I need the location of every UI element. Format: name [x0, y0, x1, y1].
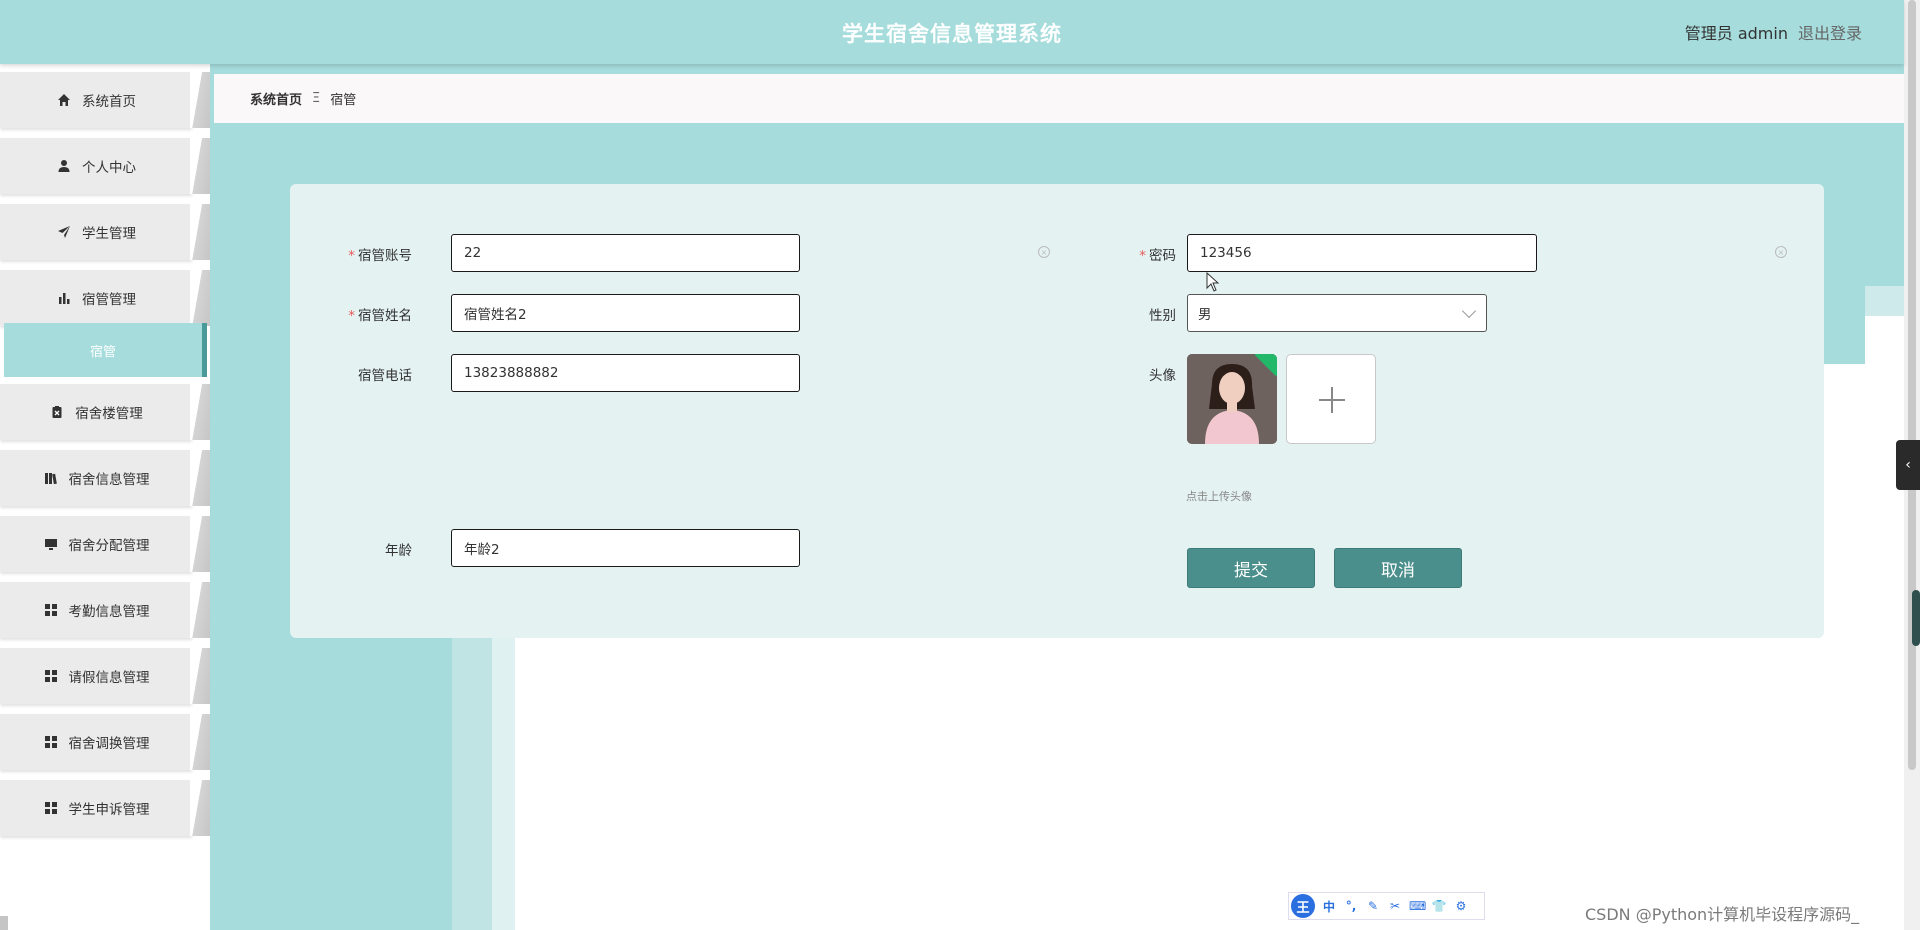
age-input[interactable]: 年龄2 [451, 529, 800, 567]
sidebar-item-label: 个人中心 [82, 160, 136, 176]
sidebar-item-dorm-managers[interactable]: 宿管管理 [0, 270, 210, 326]
sidebar-item-label: 宿舍调换管理 [68, 736, 150, 752]
sidebar-item-label: 宿舍分配管理 [68, 538, 150, 554]
submit-button[interactable]: 提交 [1187, 548, 1315, 588]
ime-logo-icon[interactable]: 王 [1291, 894, 1315, 918]
breadcrumb: 系统首页 Ξ 宿管 [214, 74, 1904, 123]
sidebar-item-label: 宿管管理 [82, 292, 136, 308]
monitor-icon [43, 536, 59, 552]
clear-icon[interactable]: × [1038, 246, 1050, 258]
avatar-image[interactable] [1187, 354, 1277, 444]
breadcrumb-home[interactable]: 系统首页 [250, 89, 302, 108]
sidebar: 系统首页 个人中心 学生管理 宿管管理 宿管 宿舍楼管理 宿舍信息管理 宿舍分配… [0, 64, 210, 930]
sidebar-item-students[interactable]: 学生管理 [0, 204, 210, 260]
sidebar-item-dorm-info[interactable]: 宿舍信息管理 [0, 450, 210, 506]
page-scrollbar-thumb[interactable] [1908, 0, 1916, 770]
grid-icon [43, 734, 59, 750]
chevron-down-icon [1461, 303, 1477, 319]
ime-punctuation-icon[interactable]: °, [1343, 899, 1359, 913]
user-icon [56, 158, 72, 174]
app-title: 学生宿舍信息管理系统 [842, 22, 1062, 46]
grid-icon [43, 668, 59, 684]
background-decoration [452, 624, 492, 930]
submenu-item-dorm-manager[interactable]: 宿管 [4, 323, 207, 377]
sidebar-item-label: 考勤信息管理 [68, 604, 150, 620]
side-drag-handle[interactable] [1912, 590, 1920, 646]
sidebar-item-leave[interactable]: 请假信息管理 [0, 648, 210, 704]
background-decoration [492, 624, 515, 930]
top-header: 学生宿舍信息管理系统 管理员 admin 退出登录 [0, 0, 1904, 64]
avatar-upload-hint: 点击上传头像 [1186, 490, 1252, 503]
mouse-cursor-icon [1206, 272, 1220, 292]
background-decoration [1810, 364, 1904, 930]
watermark-text: CSDN @Python计算机毕设程序源码_ [1585, 905, 1860, 924]
sidebar-item-buildings[interactable]: 宿舍楼管理 [0, 384, 210, 440]
ime-chinese-mode-icon[interactable]: 中 [1321, 898, 1337, 915]
chevron-left-icon: ‹ [1905, 457, 1911, 473]
sidebar-item-label: 宿舍信息管理 [68, 472, 150, 488]
ime-scissors-icon[interactable]: ✂ [1387, 899, 1403, 913]
account-input[interactable]: 22 [451, 234, 800, 272]
name-label: * 宿管姓名 [348, 308, 412, 324]
avatar-upload-button[interactable] [1286, 354, 1376, 444]
grid-icon [43, 602, 59, 618]
sidebar-scrollbar[interactable] [0, 916, 8, 930]
logout-link[interactable]: 退出登录 [1798, 20, 1862, 44]
gender-select[interactable]: 男 [1187, 294, 1487, 332]
sidebar-item-home[interactable]: 系统首页 [0, 72, 210, 128]
sidebar-item-dorm-swap[interactable]: 宿舍调换管理 [0, 714, 210, 770]
sidebar-item-label: 请假信息管理 [68, 670, 150, 686]
main-content: 系统首页 Ξ 宿管 * 宿管账号 22 × * 密码 123456 × * 宿管姓名 … [210, 64, 1904, 930]
side-panel-toggle[interactable]: ‹ [1896, 440, 1920, 490]
grid-icon [43, 800, 59, 816]
name-input[interactable]: 宿管姓名2 [451, 294, 800, 332]
ime-toolbar: 王 中 °, ✎ ✂ ⌨ 👕 ⚙ [1288, 892, 1485, 920]
edit-form-card: * 宿管账号 22 × * 密码 123456 × * 宿管姓名 宿管姓名2 性别 男… [290, 184, 1824, 638]
sidebar-item-attendance[interactable]: 考勤信息管理 [0, 582, 210, 638]
background-decoration [1865, 286, 1904, 316]
sidebar-item-label: 学生申诉管理 [68, 802, 150, 818]
phone-input[interactable]: 13823888882 [451, 354, 800, 392]
clear-icon[interactable]: × [1775, 246, 1787, 258]
sidebar-item-label: 宿舍楼管理 [75, 406, 143, 422]
home-icon [56, 92, 72, 108]
password-input[interactable]: 123456 [1187, 234, 1537, 272]
age-label: 年龄 [385, 543, 412, 559]
background-decoration [515, 624, 1904, 930]
ime-keyboard-icon[interactable]: ⌨ [1409, 899, 1426, 913]
breadcrumb-separator: Ξ [312, 91, 321, 106]
bar-chart-icon [56, 290, 72, 306]
avatar-label: 头像 [1149, 368, 1176, 384]
sidebar-item-label: 学生管理 [82, 226, 136, 242]
sidebar-item-label: 系统首页 [82, 94, 136, 110]
gender-select-value: 男 [1198, 307, 1212, 323]
phone-label: 宿管电话 [358, 368, 412, 384]
account-label: * 宿管账号 [348, 248, 412, 264]
ime-settings-icon[interactable]: ⚙ [1453, 899, 1469, 913]
sidebar-item-profile[interactable]: 个人中心 [0, 138, 210, 194]
password-label: * 密码 [1139, 248, 1176, 264]
ime-skin-icon[interactable]: 👕 [1431, 899, 1447, 913]
header-user-area: 管理员 admin 退出登录 [1685, 20, 1862, 44]
current-user-label: 管理员 admin [1684, 24, 1788, 43]
ime-pen-icon[interactable]: ✎ [1365, 899, 1381, 913]
paper-plane-icon [56, 224, 72, 240]
sidebar-item-appeals[interactable]: 学生申诉管理 [0, 780, 210, 836]
gender-label: 性别 [1149, 308, 1176, 324]
breadcrumb-current: 宿管 [330, 93, 357, 108]
clipboard-icon [49, 404, 65, 420]
cancel-button[interactable]: 取消 [1334, 548, 1462, 588]
books-icon [43, 470, 59, 486]
sidebar-item-dorm-allocation[interactable]: 宿舍分配管理 [0, 516, 210, 572]
